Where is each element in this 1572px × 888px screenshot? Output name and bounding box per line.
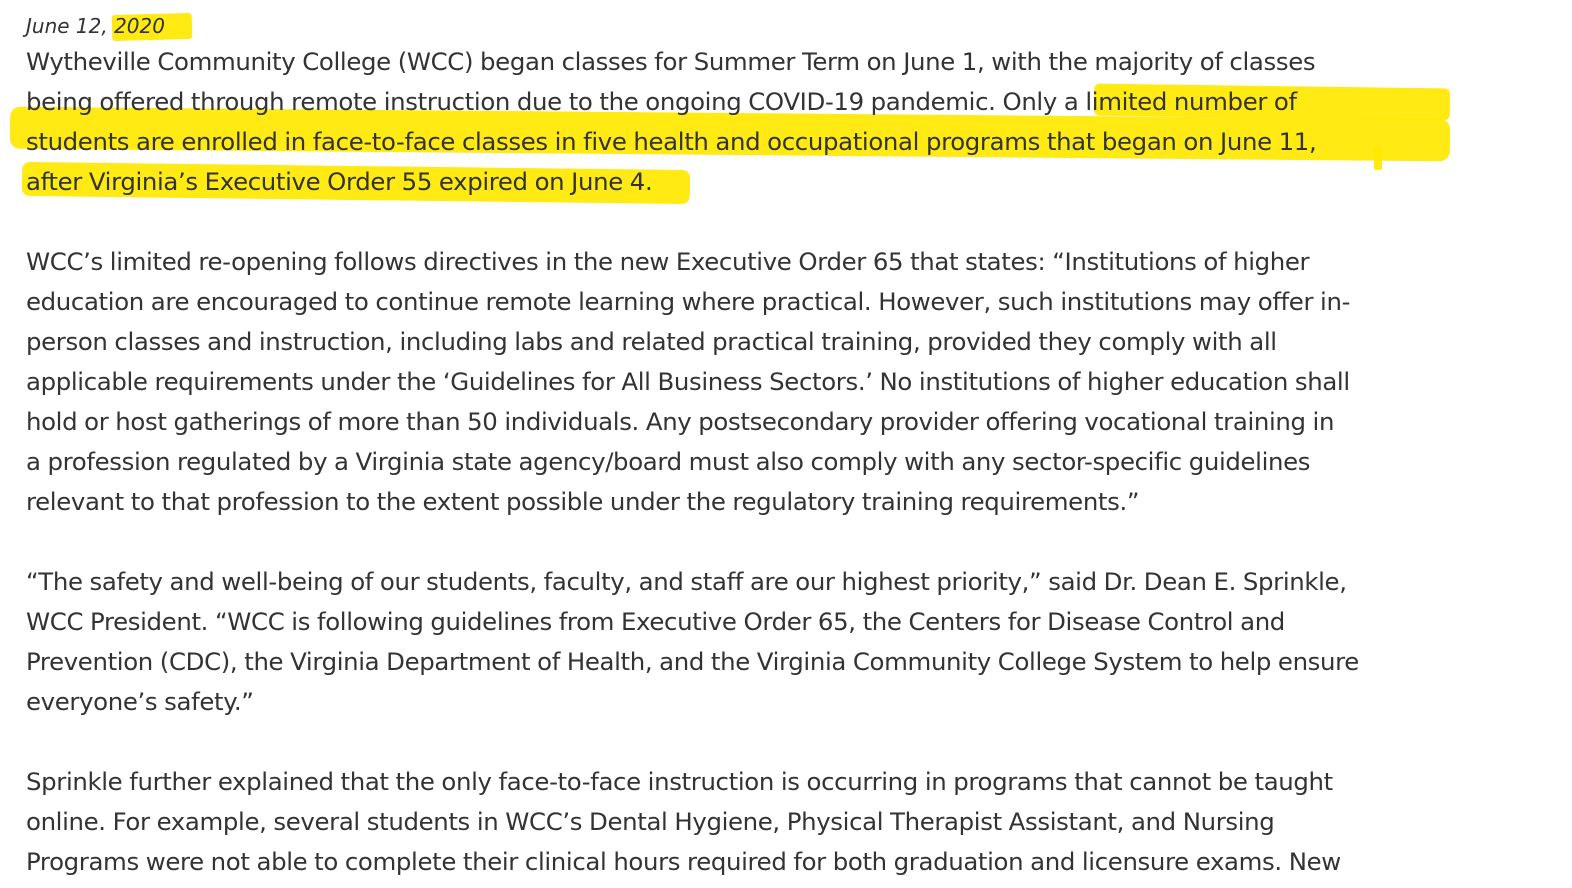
paragraph-line: education are encouraged to continue rem…	[26, 287, 1351, 316]
article: June 12, 2020 Wytheville Community Colle…	[26, 10, 1506, 882]
paragraph-line: Prevention (CDC), the Virginia Departmen…	[26, 647, 1359, 676]
paragraph-line: hold or host gatherings of more than 50 …	[26, 407, 1335, 436]
paragraph-1: Wytheville Community College (WCC) began…	[26, 42, 1506, 202]
paragraph-line: Wytheville Community College (WCC) began…	[26, 47, 1316, 76]
paragraph-line: being offered through remote instruction…	[26, 87, 1297, 116]
paragraph-line: online. For example, several students in…	[26, 807, 1275, 836]
paragraph-2: WCC’s limited re-opening follows directi…	[26, 242, 1506, 522]
article-date: June 12, 2020	[26, 14, 165, 38]
paragraph-line: person classes and instruction, includin…	[26, 327, 1277, 356]
paragraph-line: WCC President. “WCC is following guideli…	[26, 607, 1285, 636]
paragraph-line: applicable requirements under the ‘Guide…	[26, 367, 1350, 396]
paragraph-line: after Virginia’s Executive Order 55 expi…	[26, 167, 653, 196]
paragraph-3: “The safety and well-being of our studen…	[26, 562, 1506, 722]
paragraph-line: everyone’s safety.”	[26, 687, 254, 716]
paragraph-line: WCC’s limited re-opening follows directi…	[26, 247, 1310, 276]
paragraph-4: Sprinkle further explained that the only…	[26, 762, 1506, 882]
paragraph-line: a profession regulated by a Virginia sta…	[26, 447, 1311, 476]
paragraph-line: students are enrolled in face-to-face cl…	[26, 127, 1317, 156]
paragraph-line: “The safety and well-being of our studen…	[26, 567, 1347, 596]
paragraph-line: Programs were not able to complete their…	[26, 847, 1341, 876]
paragraph-line: Sprinkle further explained that the only…	[26, 767, 1333, 796]
paragraph-line: relevant to that profession to the exten…	[26, 487, 1140, 516]
